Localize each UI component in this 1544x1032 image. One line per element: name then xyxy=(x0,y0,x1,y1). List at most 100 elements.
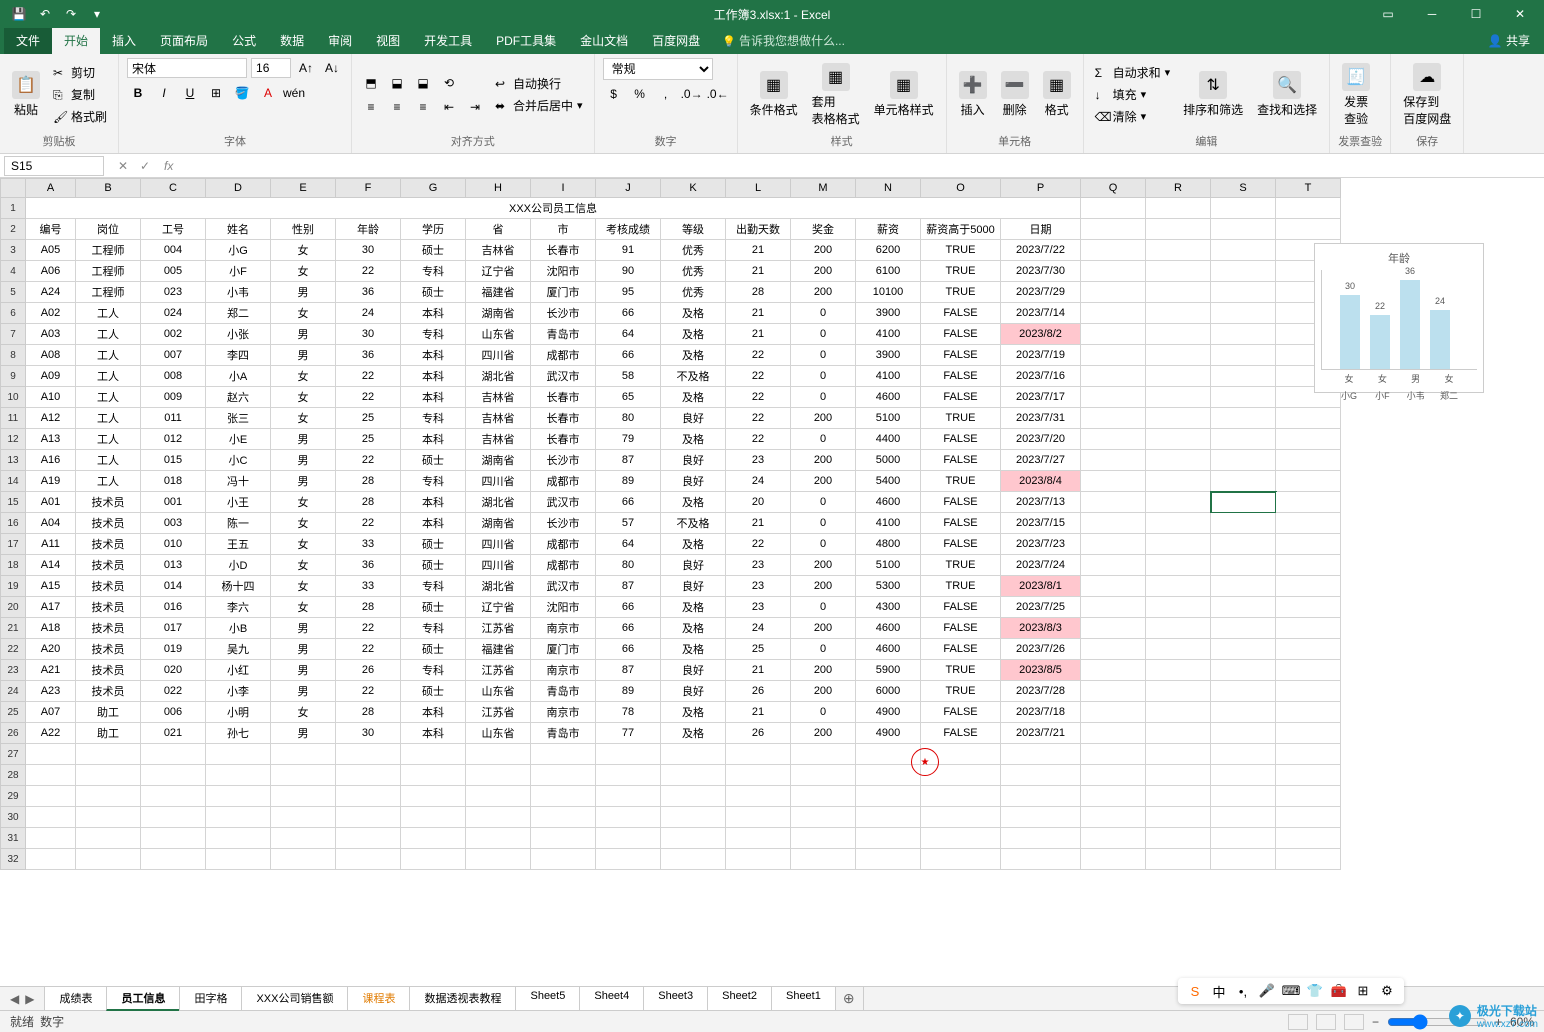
cell[interactable]: 87 xyxy=(596,660,661,681)
cell[interactable] xyxy=(1276,429,1341,450)
cell[interactable]: 女 xyxy=(271,492,336,513)
cell[interactable]: 36 xyxy=(336,282,401,303)
row-head[interactable]: 28 xyxy=(0,765,26,786)
cell[interactable]: 4300 xyxy=(856,597,921,618)
cell[interactable]: 工程师 xyxy=(76,240,141,261)
cell[interactable] xyxy=(401,828,466,849)
cell[interactable]: 奖金 xyxy=(791,219,856,240)
cell[interactable] xyxy=(1146,387,1211,408)
redo-icon[interactable]: ↷ xyxy=(62,5,80,23)
cell[interactable]: 工人 xyxy=(76,345,141,366)
cell[interactable]: 90 xyxy=(596,261,661,282)
cell[interactable]: 男 xyxy=(271,429,336,450)
cell[interactable]: 小A xyxy=(206,366,271,387)
cell[interactable]: 2023/8/2 xyxy=(1001,324,1081,345)
cell[interactable] xyxy=(1276,807,1341,828)
row-head[interactable]: 8 xyxy=(0,345,26,366)
cell[interactable]: TRUE xyxy=(921,408,1001,429)
cell[interactable] xyxy=(1146,513,1211,534)
cell[interactable] xyxy=(1081,408,1146,429)
cell[interactable]: 武汉市 xyxy=(531,366,596,387)
cell[interactable] xyxy=(1276,765,1341,786)
cell[interactable]: 2023/8/4 xyxy=(1001,471,1081,492)
col-head-I[interactable]: I xyxy=(531,178,596,198)
cell[interactable]: A09 xyxy=(26,366,76,387)
cell[interactable]: A24 xyxy=(26,282,76,303)
cell[interactable]: TRUE xyxy=(921,240,1001,261)
cell[interactable] xyxy=(1081,786,1146,807)
cell[interactable] xyxy=(1211,807,1276,828)
cell[interactable]: 0 xyxy=(791,345,856,366)
cell[interactable]: 25 xyxy=(336,408,401,429)
cell[interactable]: 24 xyxy=(726,471,791,492)
title-cell[interactable]: XXX公司员工信息 xyxy=(26,198,1081,219)
autosum-button[interactable]: Σ自动求和 ▾ xyxy=(1092,63,1174,82)
sort-filter-button[interactable]: ⇅排序和筛选 xyxy=(1179,69,1247,120)
cell[interactable]: 技术员 xyxy=(76,492,141,513)
cell[interactable]: 200 xyxy=(791,240,856,261)
cell[interactable]: A01 xyxy=(26,492,76,513)
cell[interactable] xyxy=(1001,765,1081,786)
select-all-button[interactable] xyxy=(0,178,26,198)
col-head-N[interactable]: N xyxy=(856,178,921,198)
cell[interactable] xyxy=(26,828,76,849)
cell[interactable] xyxy=(1276,450,1341,471)
cell[interactable] xyxy=(791,828,856,849)
save-icon[interactable]: 💾 xyxy=(10,5,28,23)
cell[interactable]: 硕士 xyxy=(401,555,466,576)
cell[interactable]: 考核成绩 xyxy=(596,219,661,240)
cell[interactable]: 22 xyxy=(726,429,791,450)
cell[interactable] xyxy=(401,744,466,765)
cell[interactable]: FALSE xyxy=(921,513,1001,534)
cell[interactable]: 男 xyxy=(271,681,336,702)
row-head[interactable]: 23 xyxy=(0,660,26,681)
cell[interactable] xyxy=(76,807,141,828)
cell[interactable]: 本科 xyxy=(401,492,466,513)
cell[interactable] xyxy=(1211,471,1276,492)
cell[interactable]: 小张 xyxy=(206,324,271,345)
row-head[interactable]: 32 xyxy=(0,849,26,870)
row-head[interactable]: 15 xyxy=(0,492,26,513)
cell[interactable]: A15 xyxy=(26,576,76,597)
cell[interactable] xyxy=(1276,555,1341,576)
cell[interactable]: 湖南省 xyxy=(466,303,531,324)
cell[interactable] xyxy=(1211,534,1276,555)
cell[interactable]: 湖南省 xyxy=(466,450,531,471)
row-head[interactable]: 3 xyxy=(0,240,26,261)
cell[interactable]: 21 xyxy=(726,261,791,282)
cell[interactable]: 4600 xyxy=(856,639,921,660)
cell[interactable]: 005 xyxy=(141,261,206,282)
fill-color-icon[interactable]: 🪣 xyxy=(231,83,253,103)
cell[interactable] xyxy=(791,807,856,828)
cell[interactable] xyxy=(1276,513,1341,534)
cell[interactable]: 3900 xyxy=(856,345,921,366)
cell[interactable] xyxy=(661,786,726,807)
cell[interactable] xyxy=(271,807,336,828)
cell[interactable]: A19 xyxy=(26,471,76,492)
cell[interactable] xyxy=(1146,240,1211,261)
font-name-input[interactable] xyxy=(127,58,247,78)
cell[interactable]: A22 xyxy=(26,723,76,744)
cell[interactable] xyxy=(76,744,141,765)
col-head-Q[interactable]: Q xyxy=(1081,178,1146,198)
tab-file[interactable]: 文件 xyxy=(4,27,52,54)
increase-decimal-icon[interactable]: .0→ xyxy=(681,84,703,104)
cell[interactable]: 2023/8/3 xyxy=(1001,618,1081,639)
cell[interactable]: 200 xyxy=(791,555,856,576)
cell[interactable]: 厦门市 xyxy=(531,639,596,660)
tab-baidu[interactable]: 百度网盘 xyxy=(640,27,712,54)
cell[interactable] xyxy=(791,786,856,807)
cell[interactable]: A18 xyxy=(26,618,76,639)
cell[interactable]: 66 xyxy=(596,492,661,513)
cell[interactable]: 陈一 xyxy=(206,513,271,534)
cancel-formula-icon[interactable]: ✕ xyxy=(114,159,132,173)
row-head[interactable]: 11 xyxy=(0,408,26,429)
cell[interactable]: 小C xyxy=(206,450,271,471)
cell[interactable]: 0 xyxy=(791,492,856,513)
cell[interactable]: 21 xyxy=(726,324,791,345)
conditional-format-button[interactable]: ▦条件格式 xyxy=(746,69,802,120)
cell[interactable]: A17 xyxy=(26,597,76,618)
cell[interactable]: 工程师 xyxy=(76,282,141,303)
cell[interactable] xyxy=(596,828,661,849)
cell[interactable] xyxy=(1146,303,1211,324)
